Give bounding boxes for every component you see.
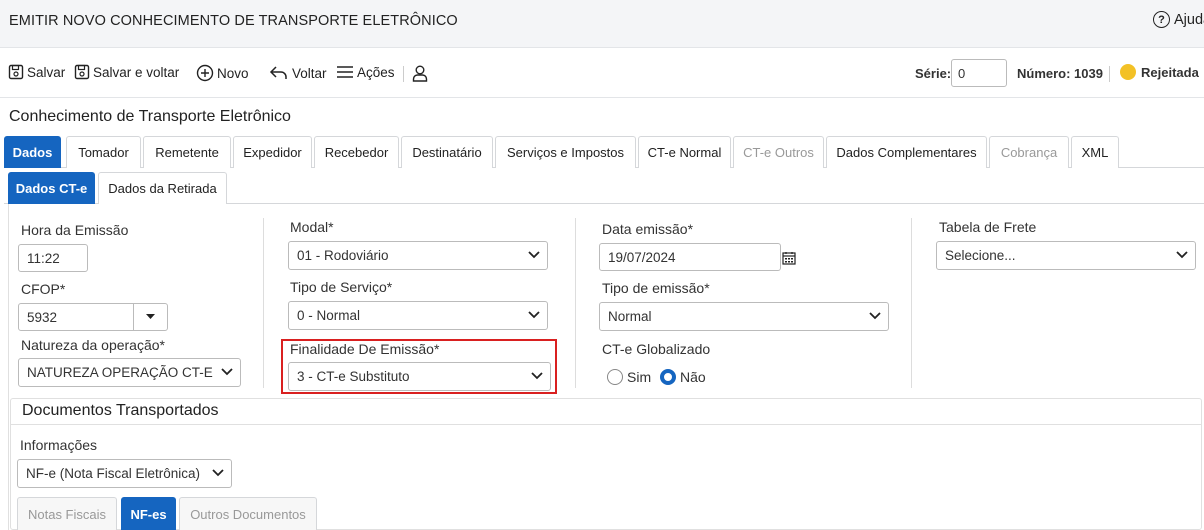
- back-arrow-icon: [269, 66, 287, 79]
- radio-nao[interactable]: Não: [660, 369, 706, 385]
- toolbar-divider: [403, 66, 404, 82]
- data-emissao-label: Data emissão*: [602, 221, 694, 237]
- toolbar: Salvar Salvar e voltar Novo Voltar Ações…: [0, 48, 1204, 98]
- tab-dados-cte[interactable]: Dados CT-e: [8, 172, 95, 204]
- tab-outros-documentos: Outros Documentos: [179, 497, 317, 530]
- tab-nf-es[interactable]: NF-es: [121, 497, 176, 530]
- tipo-emissao-value: Normal: [608, 309, 652, 324]
- radio-sim[interactable]: Sim: [607, 369, 651, 385]
- help-button[interactable]: ? Ajuda: [1153, 11, 1204, 28]
- tab-cte-normal[interactable]: CT-e Normal: [638, 136, 731, 168]
- sub-tabs: Dados CT-e Dados da Retirada: [4, 172, 1204, 204]
- tipo-servico-label: Tipo de Serviço*: [290, 279, 393, 295]
- documentos-title: Documentos Transportados: [22, 402, 219, 419]
- section-title: Conhecimento de Transporte Eletrônico: [9, 108, 291, 125]
- new-label: Novo: [217, 65, 249, 81]
- title-bar: EMITIR NOVO CONHECIMENTO DE TRANSPORTE E…: [0, 0, 1204, 48]
- modal-value: 01 - Rodoviário: [297, 248, 389, 263]
- cfop-label: CFOP*: [21, 281, 66, 297]
- caret-down-icon: [146, 314, 155, 319]
- informacoes-value: NF-e (Nota Fiscal Eletrônica): [26, 466, 201, 481]
- tipo-emissao-label: Tipo de emissão*: [602, 280, 710, 296]
- natureza-operacao-value: NATUREZA OPERAÇÃO CT-E: [27, 365, 213, 380]
- tab-dados-retirada[interactable]: Dados da Retirada: [98, 172, 227, 204]
- user-button[interactable]: [411, 64, 429, 82]
- actions-menu-button[interactable]: Ações: [336, 64, 395, 80]
- tab-dados[interactable]: Dados: [4, 136, 61, 168]
- tab-remetente[interactable]: Remetente: [143, 136, 231, 168]
- radio-nao-label: Não: [680, 369, 706, 385]
- tabela-frete-value: Selecione...: [945, 248, 1016, 263]
- tipo-emissao-select[interactable]: Normal: [599, 302, 889, 331]
- back-button[interactable]: Voltar: [269, 64, 327, 82]
- documentos-header: Documentos Transportados: [11, 399, 1201, 425]
- chevron-down-icon: [1176, 251, 1188, 259]
- column-divider: [911, 218, 912, 388]
- toolbar-divider: [1109, 66, 1110, 82]
- save-button[interactable]: Salvar: [8, 64, 65, 80]
- radio-nao-circle: [660, 369, 676, 385]
- save-label: Salvar: [27, 64, 66, 80]
- column-divider: [575, 218, 576, 388]
- tab-xml[interactable]: XML: [1071, 136, 1119, 168]
- chevron-down-icon: [212, 469, 224, 477]
- informacoes-label: Informações: [20, 437, 98, 453]
- tab-dados-complementares[interactable]: Dados Complementares: [826, 136, 987, 168]
- modal-select[interactable]: 01 - Rodoviário: [288, 241, 548, 270]
- plus-circle-icon: [196, 64, 214, 82]
- hora-emissao-input[interactable]: 11:22: [18, 244, 88, 272]
- tab-cobranca: Cobrança: [989, 136, 1069, 168]
- status-dot-icon: [1120, 64, 1136, 80]
- modal-label: Modal*: [290, 219, 334, 235]
- chevron-down-icon: [528, 251, 540, 259]
- calendar-icon[interactable]: [782, 251, 796, 265]
- menu-icon: [337, 66, 353, 78]
- highlight-box: [281, 339, 557, 394]
- numero-label: Número: 1039: [1017, 66, 1103, 81]
- chevron-down-icon: [869, 312, 881, 320]
- actions-label: Ações: [357, 64, 395, 80]
- help-label: Ajuda: [1174, 11, 1204, 28]
- back-label: Voltar: [292, 65, 327, 81]
- tab-expedidor[interactable]: Expedidor: [233, 136, 312, 168]
- user-icon: [412, 65, 428, 82]
- status-label: Rejeitada: [1141, 64, 1199, 80]
- tipo-servico-value: 0 - Normal: [297, 308, 361, 323]
- cfop-input[interactable]: 5932: [18, 303, 134, 331]
- informacoes-select[interactable]: NF-e (Nota Fiscal Eletrônica): [17, 459, 232, 488]
- save-and-back-label: Salvar e voltar: [93, 64, 180, 80]
- tab-servicos-impostos[interactable]: Serviços e Impostos: [495, 136, 636, 168]
- tab-destinatario[interactable]: Destinatário: [401, 136, 493, 168]
- natureza-operacao-select[interactable]: NATUREZA OPERAÇÃO CT-E: [18, 358, 241, 387]
- tabela-frete-select[interactable]: Selecione...: [936, 241, 1196, 270]
- tab-notas-fiscais: Notas Fiscais: [17, 497, 117, 530]
- tab-tomador[interactable]: Tomador: [66, 136, 141, 168]
- radio-sim-circle: [607, 369, 623, 385]
- chevron-down-icon: [528, 311, 540, 319]
- tipo-servico-select[interactable]: 0 - Normal: [288, 301, 548, 330]
- cte-globalizado-label: CT-e Globalizado: [602, 341, 711, 357]
- tab-recebedor[interactable]: Recebedor: [314, 136, 399, 168]
- status-badge: Rejeitada: [1120, 64, 1199, 80]
- tabela-frete-label: Tabela de Frete: [939, 219, 1037, 235]
- cfop-dropdown-button[interactable]: [133, 303, 168, 331]
- chevron-down-icon: [221, 368, 233, 376]
- radio-sim-label: Sim: [627, 369, 652, 385]
- natureza-operacao-label: Natureza da operação*: [21, 337, 165, 353]
- hora-emissao-label: Hora da Emissão: [21, 222, 129, 238]
- save-and-back-button[interactable]: Salvar e voltar: [74, 64, 179, 80]
- save-icon: [74, 64, 90, 80]
- serie-label: Série:: [915, 66, 952, 81]
- help-icon: ?: [1153, 11, 1170, 28]
- data-emissao-input[interactable]: 19/07/2024: [599, 243, 781, 271]
- main-tabs: Dados Tomador Remetente Expedidor Recebe…: [4, 136, 1204, 168]
- page-title: EMITIR NOVO CONHECIMENTO DE TRANSPORTE E…: [9, 13, 458, 29]
- tab-cte-outros: CT-e Outros: [733, 136, 824, 168]
- new-button[interactable]: Novo: [196, 64, 249, 82]
- serie-input[interactable]: [951, 59, 1007, 87]
- column-divider: [263, 218, 264, 388]
- save-icon: [8, 64, 24, 80]
